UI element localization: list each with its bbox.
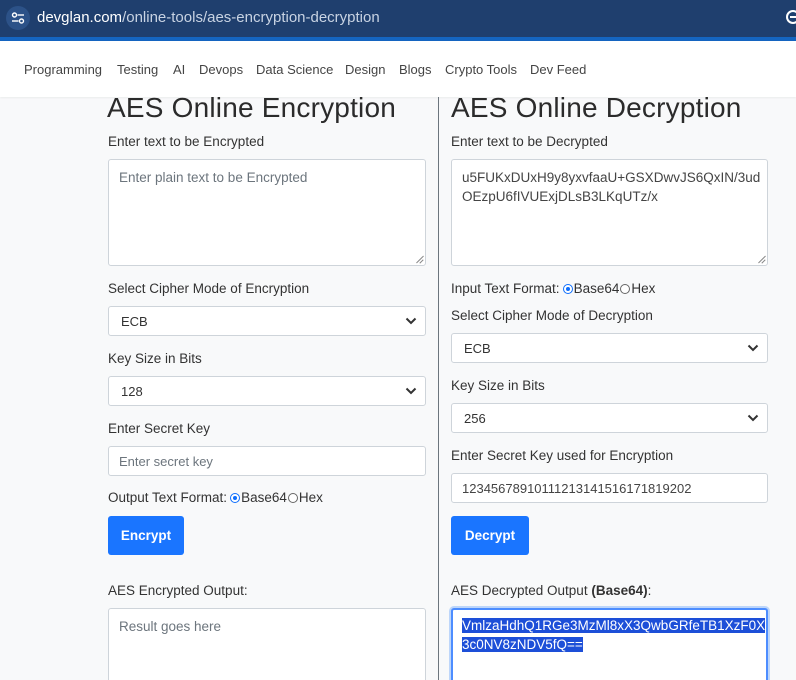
- decrypt-button[interactable]: Decrypt: [451, 516, 529, 555]
- encrypt-mode-value: ECB: [121, 314, 148, 329]
- decrypt-input-textarea[interactable]: u5FUKxDUxH9y8yxvfaaU+GSXDwvJS6QxIN/3ud O…: [451, 159, 768, 266]
- encrypt-keysize-label: Key Size in Bits: [108, 351, 202, 366]
- encrypt-format-hex-label: Hex: [298, 490, 323, 505]
- decrypt-output-line1: VmlzaHdhQ1RGe3MzMl8xX3QwbGRfeTB1XzF0X: [462, 618, 766, 633]
- nav-item-devops[interactable]: Devops: [199, 62, 243, 77]
- decrypt-mode-select[interactable]: ECB: [451, 333, 768, 363]
- decrypt-format-hex-label: Hex: [631, 281, 656, 296]
- encrypt-output-textarea[interactable]: Result goes here: [108, 608, 426, 680]
- decryption-title: AES Online Decryption: [451, 92, 742, 123]
- nav-item-testing[interactable]: Testing: [117, 62, 158, 77]
- decrypt-input-line1: u5FUKxDUxH9y8yxvfaaU+GSXDwvJS6QxIN/3ud: [462, 170, 761, 185]
- encrypt-format-base64-radio[interactable]: [230, 492, 241, 503]
- encrypt-input-placeholder: Enter plain text to be Encrypted: [119, 170, 308, 185]
- nav-item-blogs[interactable]: Blogs: [399, 62, 432, 77]
- encrypt-output-label: AES Encrypted Output:: [108, 583, 248, 598]
- address-url[interactable]: devglan.com/online-tools/aes-encryption-…: [37, 9, 380, 26]
- encrypt-input-textarea[interactable]: Enter plain text to be Encrypted: [108, 159, 426, 266]
- resize-handle-icon[interactable]: [415, 255, 423, 263]
- encrypt-keysize-select[interactable]: 128: [108, 376, 426, 406]
- encrypt-input-label: Enter text to be Encrypted: [108, 134, 265, 149]
- decrypt-input-line2: OEzpU6fIVUExjDLsB3LKqUTz/x: [462, 189, 658, 204]
- decrypt-output-line2: 3c0NV8zNDV5fQ==: [462, 637, 583, 652]
- decrypt-output-format-tag: (Base64): [591, 583, 648, 598]
- decrypt-output-label-text: AES Decrypted Output: [451, 583, 588, 598]
- chevron-down-icon: [405, 387, 417, 395]
- chevron-down-icon: [405, 317, 417, 325]
- encrypt-keysize-value: 128: [121, 384, 143, 399]
- decrypt-mode-label: Select Cipher Mode of Decryption: [451, 308, 653, 323]
- decrypt-keysize-label: Key Size in Bits: [451, 378, 545, 393]
- resize-handle-icon[interactable]: [757, 255, 765, 263]
- nav-item-dev-feed[interactable]: Dev Feed: [530, 62, 586, 77]
- encrypt-format-hex-radio[interactable]: [287, 492, 298, 503]
- decrypt-format-base64-label: Base64: [573, 281, 620, 296]
- browser-address-bar: devglan.com/online-tools/aes-encryption-…: [0, 0, 796, 37]
- decrypt-input-label: Enter text to be Decrypted: [451, 134, 608, 149]
- decrypt-input-format-label: Input Text Format:: [451, 281, 560, 296]
- decrypt-output-label-suffix: :: [647, 583, 652, 598]
- encrypt-secret-input[interactable]: Enter secret key: [108, 446, 426, 476]
- encrypt-mode-label: Select Cipher Mode of Encryption: [108, 281, 310, 296]
- zoom-icon[interactable]: [786, 10, 796, 24]
- decrypt-output-label: AES Decrypted Output (Base64):: [451, 583, 651, 598]
- encrypt-mode-select[interactable]: ECB: [108, 306, 426, 336]
- encrypt-output-format: Output Text Format: Base64 Hex: [108, 490, 323, 505]
- encrypt-format-base64-label: Base64: [241, 490, 287, 505]
- chevron-down-icon: [747, 344, 759, 352]
- decrypt-output-textarea[interactable]: VmlzaHdhQ1RGe3MzMl8xX3QwbGRfeTB1XzF0X 3c…: [451, 608, 768, 680]
- decrypt-keysize-select[interactable]: 256: [451, 403, 768, 433]
- decrypt-secret-input[interactable]: 12345678910111213141516171819202: [451, 473, 768, 503]
- site-navbar: Programming Testing AI Devops Data Scien…: [0, 41, 796, 97]
- decrypt-secret-value: 12345678910111213141516171819202: [462, 481, 692, 496]
- nav-item-programming[interactable]: Programming: [24, 62, 102, 77]
- nav-item-design[interactable]: Design: [345, 62, 385, 77]
- site-settings-icon[interactable]: [6, 6, 30, 30]
- decrypt-keysize-value: 256: [464, 411, 486, 426]
- decrypt-format-hex-radio[interactable]: [620, 283, 631, 294]
- decrypt-format-base64-radio[interactable]: [562, 283, 573, 294]
- encrypt-secret-label: Enter Secret Key: [108, 421, 211, 436]
- url-host: devglan.com: [37, 9, 123, 26]
- nav-item-ai[interactable]: AI: [173, 62, 185, 77]
- encrypt-button[interactable]: Encrypt: [108, 516, 184, 555]
- decrypt-input-format: Input Text Format: Base64 Hex: [451, 281, 655, 296]
- url-path: /online-tools/aes-encryption-decryption: [122, 9, 380, 26]
- column-divider: [438, 97, 439, 680]
- nav-item-data-science[interactable]: Data Science: [256, 62, 333, 77]
- encryption-title: AES Online Encryption: [107, 92, 397, 123]
- encrypt-output-placeholder: Result goes here: [119, 619, 222, 634]
- decrypt-secret-label: Enter Secret Key used for Encryption: [451, 448, 674, 463]
- encrypt-secret-placeholder: Enter secret key: [119, 454, 213, 469]
- chevron-down-icon: [747, 414, 759, 422]
- encrypt-output-format-label: Output Text Format:: [108, 490, 228, 505]
- nav-item-crypto-tools[interactable]: Crypto Tools: [445, 62, 517, 77]
- decrypt-mode-value: ECB: [464, 341, 491, 356]
